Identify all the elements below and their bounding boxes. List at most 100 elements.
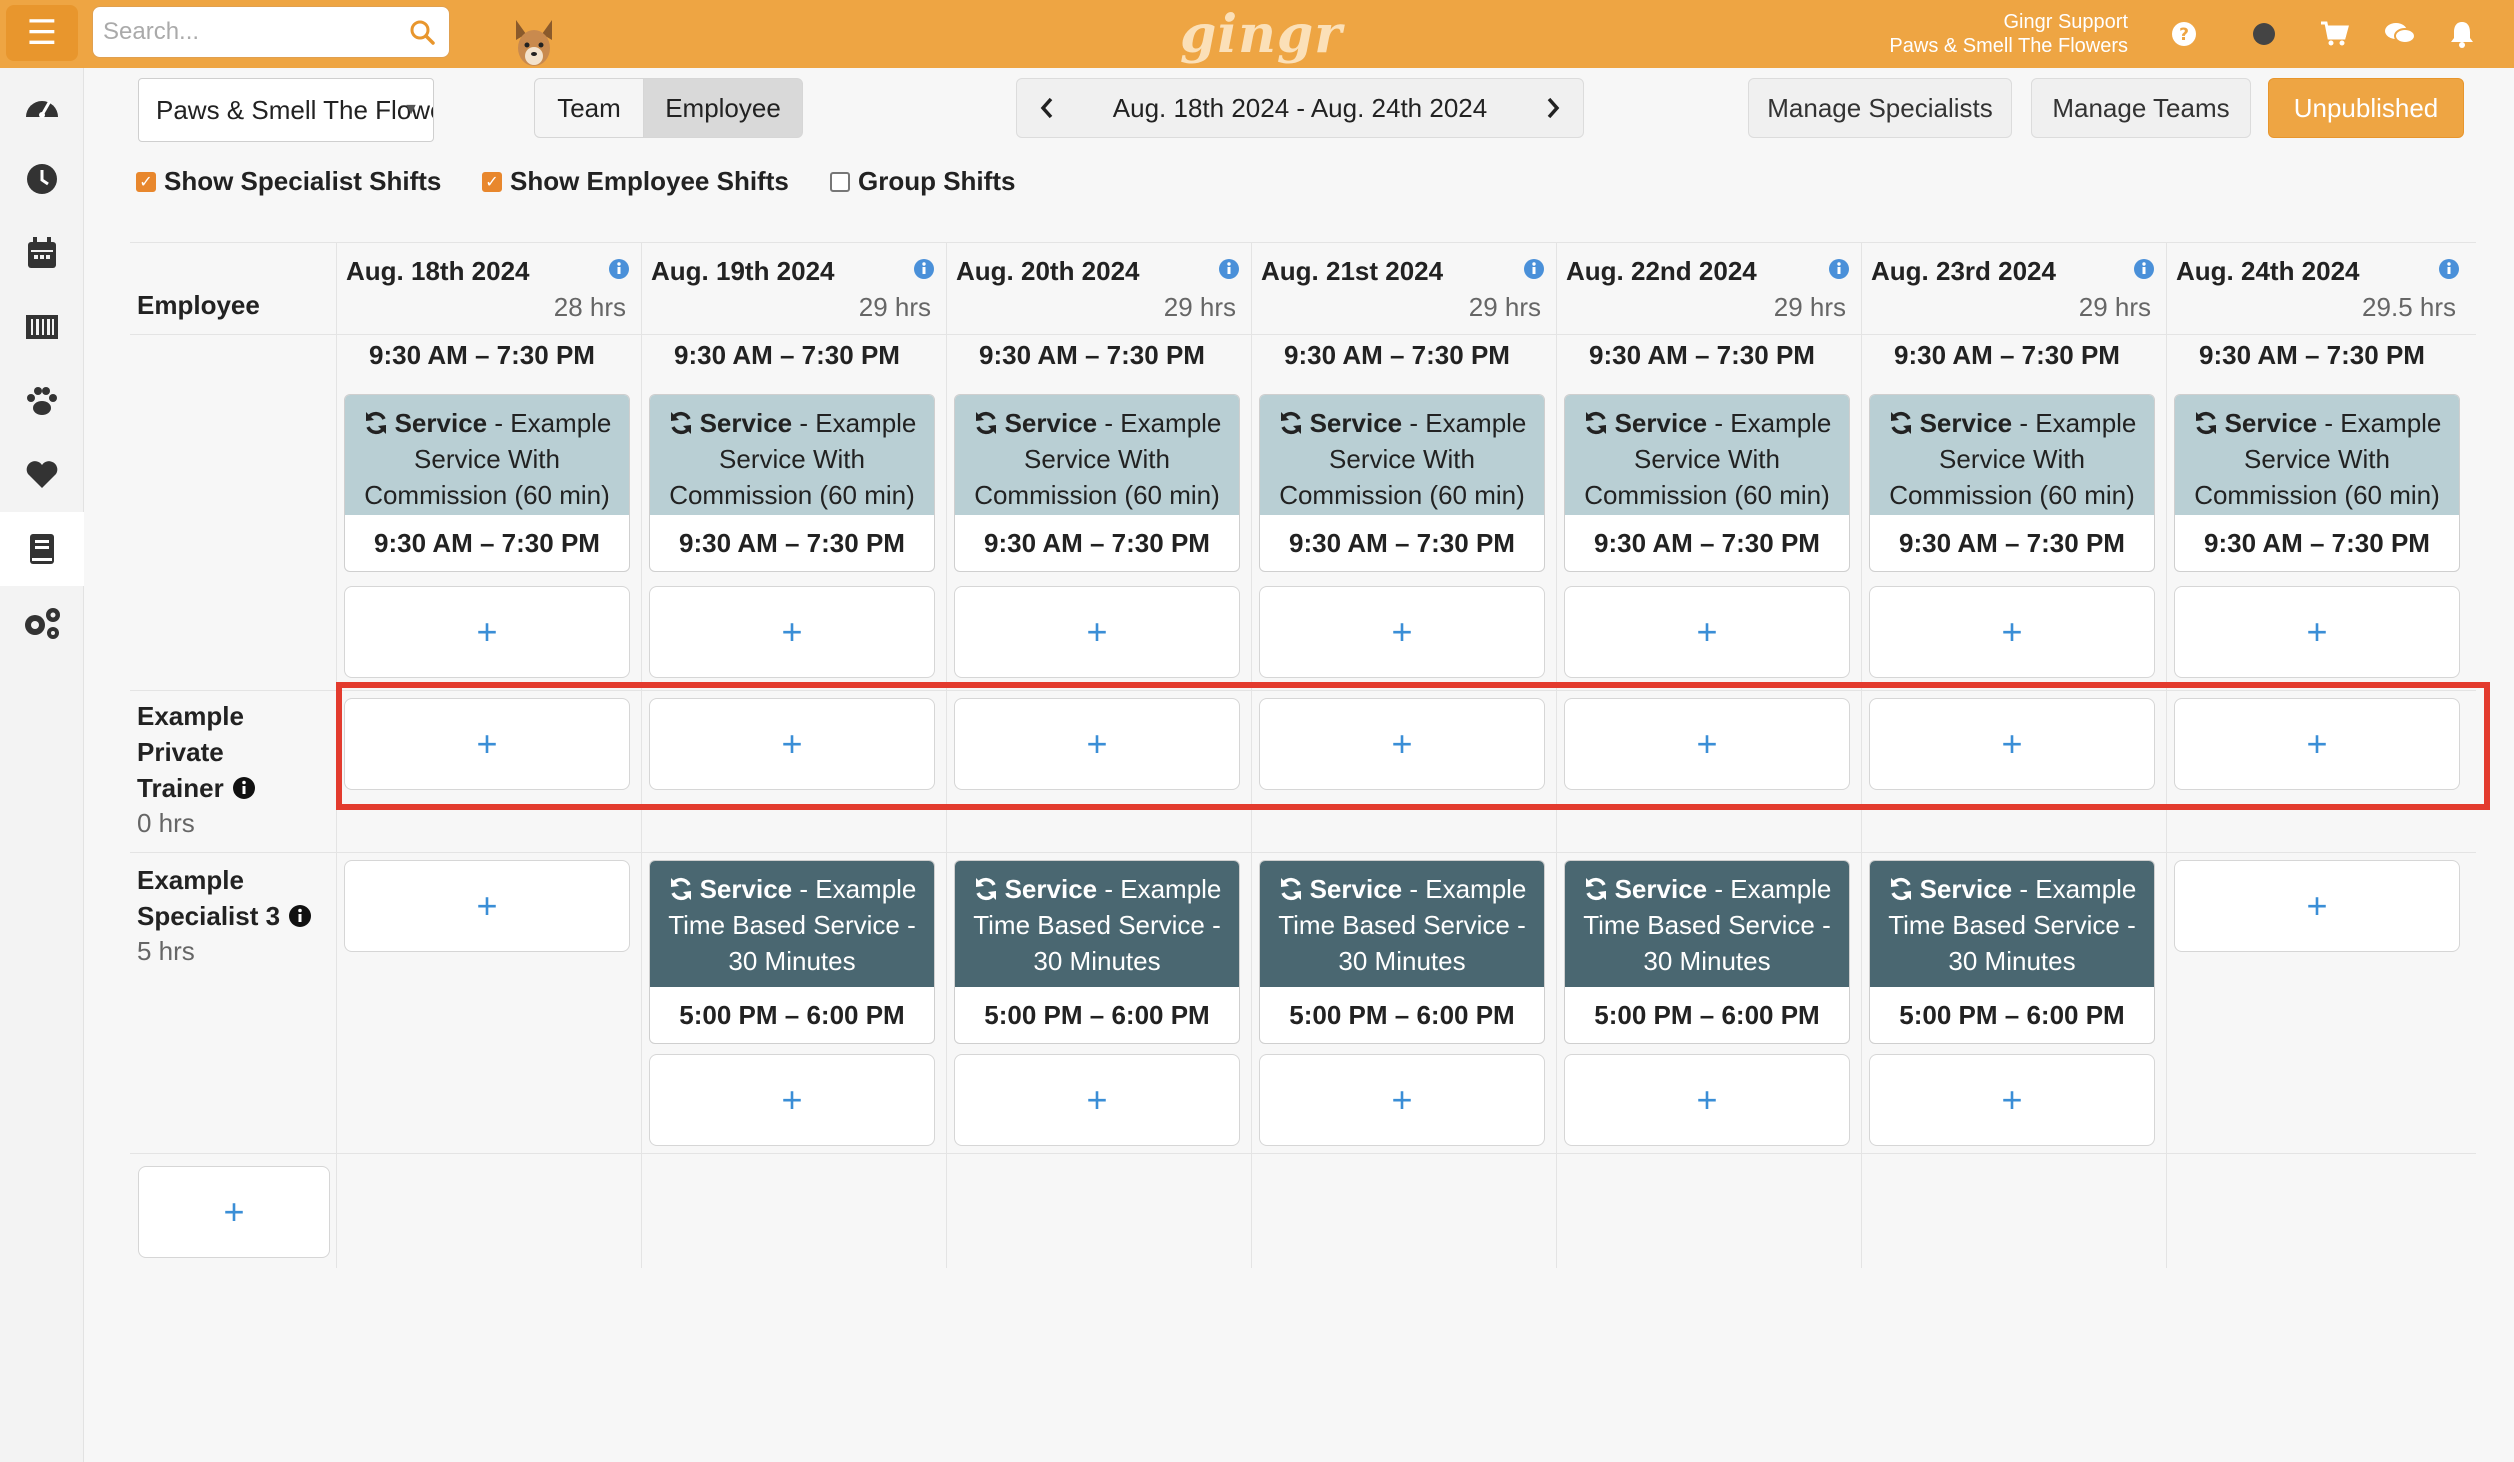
shift-time[interactable]: 9:30 AM – 7:30 PM	[1552, 340, 1852, 371]
shift-time[interactable]: 9:30 AM – 7:30 PM	[332, 340, 632, 371]
group-shifts-checkbox[interactable]: Group Shifts	[830, 166, 1015, 197]
notifications-bell-icon[interactable]	[2446, 18, 2478, 50]
search-input[interactable]	[103, 7, 393, 57]
next-week-chevron-icon[interactable]	[1523, 79, 1583, 137]
service-card-body: Service - Example Time Based Service -30 …	[650, 861, 934, 987]
sidebar	[0, 68, 84, 1462]
cart-icon[interactable]	[2318, 18, 2350, 50]
unpublished-button[interactable]: Unpublished	[2268, 78, 2464, 138]
add-shift-button[interactable]: +	[2174, 586, 2460, 678]
clock-icon[interactable]	[0, 142, 84, 216]
book-icon[interactable]	[0, 512, 84, 586]
service-shift-card[interactable]: Service - Example Service With Commission …	[649, 394, 935, 572]
shift-time[interactable]: 9:30 AM – 7:30 PM	[2162, 340, 2462, 371]
dog-mascot-icon	[510, 18, 558, 70]
checkbox-unchecked-icon[interactable]	[830, 171, 850, 192]
service-name-part: Commission (60 min)	[364, 480, 610, 510]
service-title-line: Service - Example	[345, 405, 629, 441]
info-icon[interactable]	[1828, 258, 1850, 285]
service-shift-card[interactable]: Service - Example Service With Commission …	[954, 394, 1240, 572]
info-icon[interactable]	[1523, 258, 1545, 285]
plus-icon: +	[2001, 1079, 2023, 1120]
service-shift-card[interactable]: Service - Example Service With Commission …	[1564, 394, 1850, 572]
employee-toggle-button[interactable]: Employee	[643, 78, 803, 138]
calendar-icon[interactable]	[0, 216, 84, 290]
refresh-icon	[1583, 874, 1615, 904]
show-specialist-shifts-checkbox[interactable]: ✓ Show Specialist Shifts	[136, 166, 441, 197]
user-info[interactable]: Gingr Support Paws & Smell The Flowers	[1889, 10, 2128, 58]
barcode-icon[interactable]	[0, 290, 84, 364]
day-hours: 29 hrs	[1163, 292, 1236, 322]
service-shift-card[interactable]: Service - Example Service With Commission …	[1869, 394, 2155, 572]
add-shift-button[interactable]: +	[1259, 586, 1545, 678]
help-icon[interactable]: ?	[2168, 18, 2200, 50]
info-icon[interactable]	[288, 904, 312, 928]
add-shift-button[interactable]: +	[649, 1054, 935, 1146]
service-shift-card[interactable]: Service - Example Service With Commission …	[1259, 394, 1545, 572]
info-icon[interactable]	[2438, 258, 2460, 285]
manage-specialists-button[interactable]: Manage Specialists	[1748, 78, 2012, 138]
add-shift-button[interactable]: +	[344, 586, 630, 678]
service-time: 5:00 PM – 6:00 PM	[679, 1000, 905, 1030]
info-icon[interactable]	[232, 776, 256, 800]
shift-time[interactable]: 9:30 AM – 7:30 PM	[1857, 340, 2157, 371]
chat-icon[interactable]	[2384, 18, 2416, 50]
search-box[interactable]	[92, 6, 450, 58]
paw-icon[interactable]	[0, 364, 84, 438]
service-name-part: 30 Minutes	[1948, 946, 2076, 976]
service-name-part: Service With	[2244, 444, 2390, 474]
service-shift-card[interactable]: Service - Example Service With Commission …	[344, 394, 630, 572]
service-name-part: Commission (60 min)	[2194, 480, 2440, 510]
row-label-example-private-trainer[interactable]: Example Private Trainer	[137, 698, 256, 806]
checkbox-checked-icon[interactable]: ✓	[136, 171, 156, 192]
shift-time[interactable]: 9:30 AM – 7:30 PM	[637, 340, 937, 371]
day-date: Aug. 18th 2024	[346, 256, 530, 286]
day-date: Aug. 23rd 2024	[1871, 256, 2056, 286]
service-shift-card[interactable]: Service - Example Service With Commission …	[2174, 394, 2460, 572]
add-shift-button[interactable]: +	[1564, 586, 1850, 678]
info-icon[interactable]	[2133, 258, 2155, 285]
shift-time[interactable]: 9:30 AM – 7:30 PM	[1247, 340, 1547, 371]
hamburger-menu-icon[interactable]: ☰	[6, 5, 78, 61]
info-icon[interactable]	[1218, 258, 1240, 285]
add-shift-button[interactable]: +	[954, 1054, 1240, 1146]
shift-time[interactable]: 9:30 AM – 7:30 PM	[942, 340, 1242, 371]
service-name-part: Service With	[1024, 444, 1170, 474]
info-icon[interactable]	[608, 258, 630, 285]
service-shift-card[interactable]: Service - Example Time Based Service -30 …	[954, 860, 1240, 1044]
info-icon[interactable]	[913, 258, 935, 285]
team-toggle-button[interactable]: Team	[534, 78, 644, 138]
service-prefix: Service	[1309, 874, 1403, 904]
show-employee-shifts-checkbox[interactable]: ✓ Show Employee Shifts	[482, 166, 789, 197]
manage-teams-button[interactable]: Manage Teams	[2031, 78, 2251, 138]
heart-icon[interactable]	[0, 438, 84, 512]
plus-icon: +	[2001, 611, 2023, 652]
add-shift-button[interactable]: +	[1869, 586, 2155, 678]
service-shift-card[interactable]: Service - Example Time Based Service -30 …	[1869, 860, 2155, 1044]
service-shift-card[interactable]: Service - Example Time Based Service -30 …	[649, 860, 935, 1044]
add-shift-button[interactable]: +	[2174, 860, 2460, 952]
location-select[interactable]: Paws & Smell The Flowe... ▼	[138, 78, 434, 142]
day-hours: 29.5 hrs	[2362, 292, 2456, 322]
service-title-line: Service - Example	[1565, 871, 1849, 907]
add-shift-button[interactable]: +	[1564, 1054, 1850, 1146]
checkbox-checked-icon[interactable]: ✓	[482, 171, 502, 192]
service-shift-card[interactable]: Service - Example Time Based Service -30 …	[1564, 860, 1850, 1044]
service-card-body: Service - Example Time Based Service -30 …	[1870, 861, 2154, 987]
add-shift-button[interactable]: +	[954, 586, 1240, 678]
add-row-button[interactable]: +	[138, 1166, 330, 1258]
add-shift-button[interactable]: +	[344, 860, 630, 952]
search-icon[interactable]	[409, 19, 435, 50]
add-shift-button[interactable]: +	[1259, 1054, 1545, 1146]
service-name-part: Service With	[1329, 444, 1475, 474]
previous-week-chevron-icon[interactable]	[1017, 79, 1077, 137]
service-name-part: - Example	[1402, 874, 1527, 904]
service-title-line: Service - Example	[2175, 405, 2459, 441]
add-shift-button[interactable]: +	[1869, 1054, 2155, 1146]
add-shift-button[interactable]: +	[649, 586, 935, 678]
dashboard-gauge-icon[interactable]	[0, 68, 84, 142]
service-shift-card[interactable]: Service - Example Time Based Service -30 …	[1259, 860, 1545, 1044]
row-label-example-specialist-3[interactable]: Example Specialist 3	[137, 862, 312, 934]
settings-gears-icon[interactable]	[0, 586, 84, 660]
status-dot-icon[interactable]	[2248, 18, 2280, 50]
